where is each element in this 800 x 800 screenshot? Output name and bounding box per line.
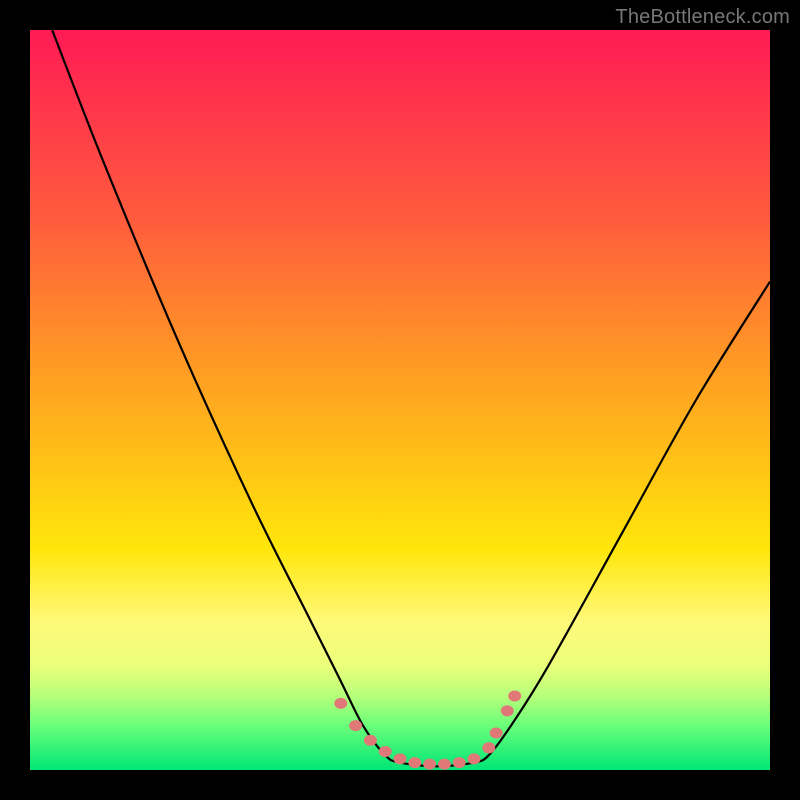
marker-dot (468, 753, 481, 764)
chart-frame: TheBottleneck.com (0, 0, 800, 800)
marker-dot (508, 691, 521, 702)
marker-dot (408, 757, 421, 768)
bottleneck-curve (52, 30, 770, 766)
marker-dot (490, 728, 503, 739)
marker-dot (364, 735, 377, 746)
marker-dot (394, 753, 407, 764)
marker-dot (438, 759, 451, 770)
plot-area (30, 30, 770, 770)
marker-dot (334, 698, 347, 709)
marker-dot (501, 705, 514, 716)
curve-layer (30, 30, 770, 770)
marker-dot (349, 720, 362, 731)
watermark-text: TheBottleneck.com (615, 6, 790, 29)
bottom-markers (334, 691, 521, 770)
marker-dot (453, 757, 466, 768)
marker-dot (379, 746, 392, 757)
marker-dot (482, 742, 495, 753)
marker-dot (423, 759, 436, 770)
